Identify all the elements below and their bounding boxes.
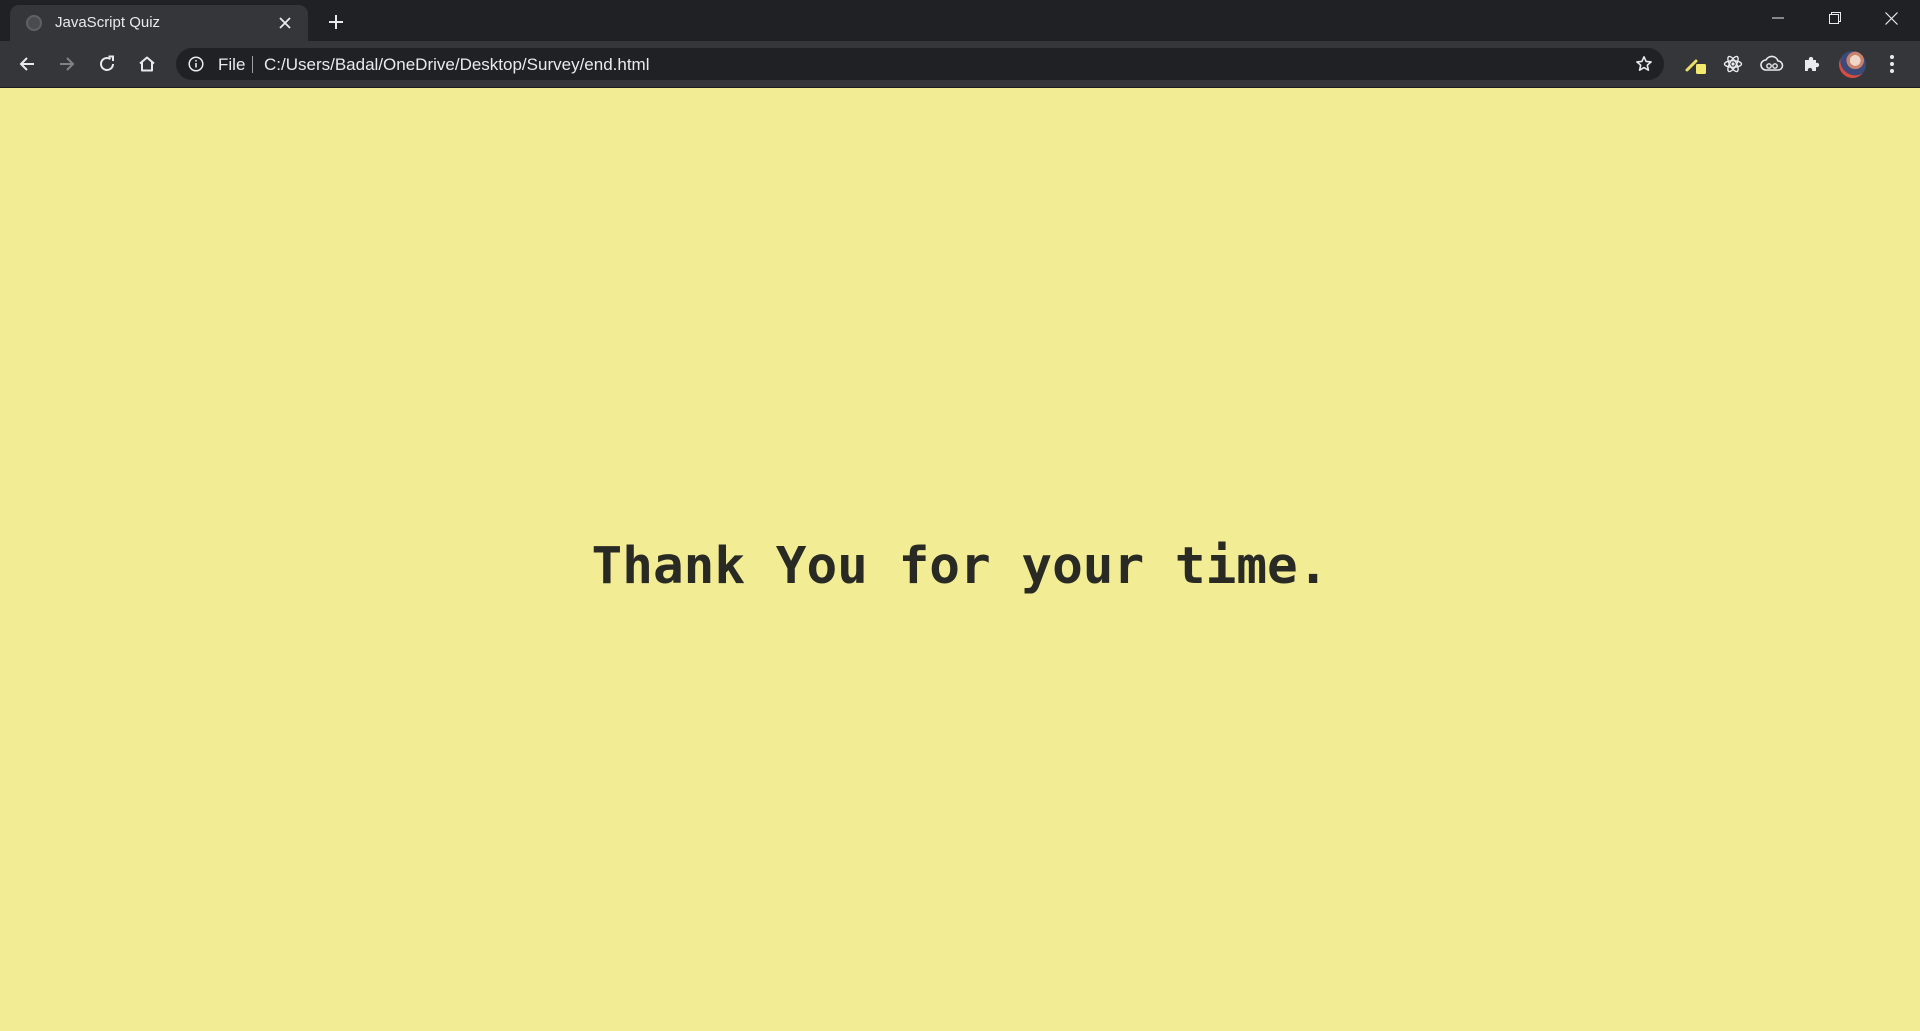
globe-icon: [26, 15, 42, 31]
puzzle-icon[interactable]: [1798, 50, 1826, 78]
info-icon[interactable]: [188, 56, 204, 72]
kebab-menu-icon[interactable]: [1878, 50, 1906, 78]
arrow-left-icon: [18, 55, 36, 73]
url-text[interactable]: C:/Users/Badal/OneDrive/Desktop/Survey/e…: [264, 55, 650, 75]
minimize-icon: [1771, 12, 1784, 24]
browser-window: JavaScript Quiz File C:/Users/Badal/OneD…: [0, 0, 1920, 1031]
close-icon[interactable]: [274, 12, 296, 34]
restore-icon: [1828, 12, 1841, 24]
divider: [252, 56, 253, 73]
restore-button[interactable]: [1806, 0, 1863, 36]
forward-button[interactable]: [51, 48, 83, 80]
tab-strip: JavaScript Quiz: [0, 0, 1920, 41]
page-content: Thank You for your time.: [0, 88, 1920, 1031]
home-button[interactable]: [131, 48, 163, 80]
page-title: Thank You for your time.: [591, 537, 1329, 596]
new-tab-button[interactable]: [322, 8, 350, 36]
reload-button[interactable]: [91, 48, 123, 80]
window-close-button[interactable]: [1863, 0, 1920, 36]
avatar[interactable]: [1839, 51, 1866, 78]
close-icon: [1885, 11, 1898, 25]
cloud-extension-icon[interactable]: [1758, 50, 1786, 78]
reload-icon: [98, 55, 116, 73]
home-icon: [138, 55, 156, 73]
tab-active[interactable]: JavaScript Quiz: [10, 5, 308, 41]
minimize-button[interactable]: [1749, 0, 1806, 36]
plus-icon: [328, 14, 344, 30]
arrow-right-icon: [58, 55, 76, 73]
tab-title: JavaScript Quiz: [55, 14, 161, 31]
react-atom-icon[interactable]: [1719, 50, 1747, 78]
star-icon[interactable]: [1632, 52, 1656, 76]
browser-toolbar: File C:/Users/Badal/OneDrive/Desktop/Sur…: [0, 41, 1920, 87]
back-button[interactable]: [11, 48, 43, 80]
address-bar[interactable]: File C:/Users/Badal/OneDrive/Desktop/Sur…: [176, 48, 1664, 80]
highlighter-extension-icon[interactable]: [1682, 50, 1710, 78]
url-scheme-label: File: [218, 55, 246, 74]
